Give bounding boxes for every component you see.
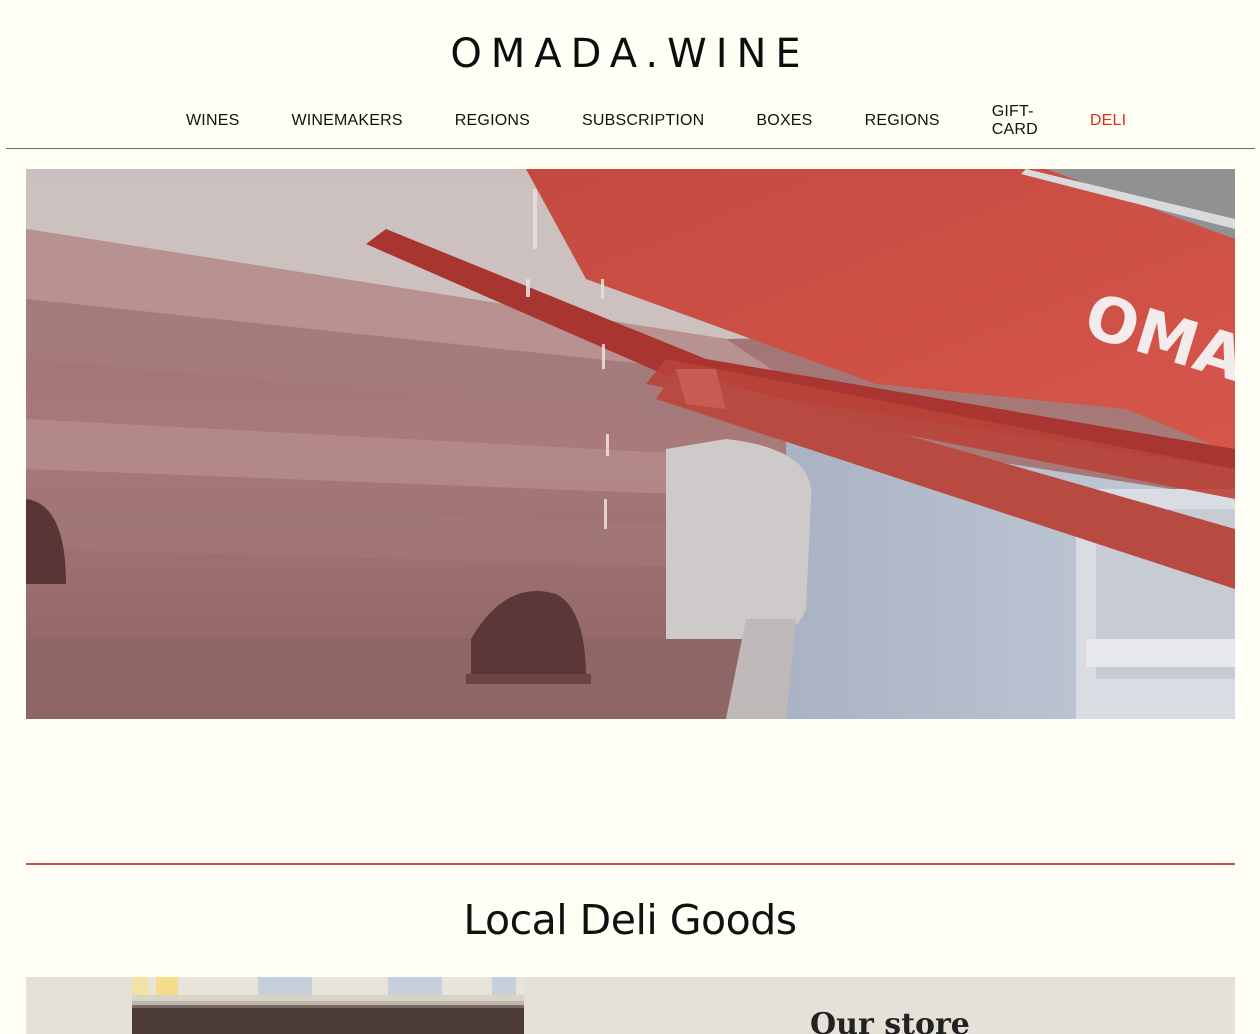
store-photo (132, 977, 524, 1034)
store-heading: Our store (810, 1007, 970, 1034)
nav-item-winemakers[interactable]: WINEMAKERS (265, 112, 428, 130)
hero-image: OMADA (26, 169, 1235, 719)
nav-divider (6, 148, 1255, 149)
nav-item-boxes[interactable]: BOXES (730, 112, 838, 130)
site-logo[interactable]: OMADA.WINE (0, 30, 1260, 78)
section-divider (26, 863, 1235, 865)
store-facade-image (132, 977, 524, 1034)
nav-item-gift-card[interactable]: GIFT-CARD (966, 103, 1064, 139)
nav-item-subscription[interactable]: SUBSCRIPTION (556, 112, 730, 130)
nav-item-regions[interactable]: REGIONS (429, 112, 556, 130)
nav-item-regions-2[interactable]: REGIONS (839, 112, 966, 130)
nav-item-deli[interactable]: DELI (1064, 112, 1152, 130)
nav-item-wines[interactable]: WINES (160, 112, 265, 130)
section-title: Local Deli Goods (463, 896, 797, 944)
store-section: Our store (26, 977, 1235, 1034)
main-nav: WINES WINEMAKERS REGIONS SUBSCRIPTION BO… (160, 103, 1140, 138)
page: OMADA.WINE WINES WINEMAKERS REGIONS SUBS… (0, 0, 1260, 1034)
awning-photo: OMADA (26, 169, 1235, 719)
